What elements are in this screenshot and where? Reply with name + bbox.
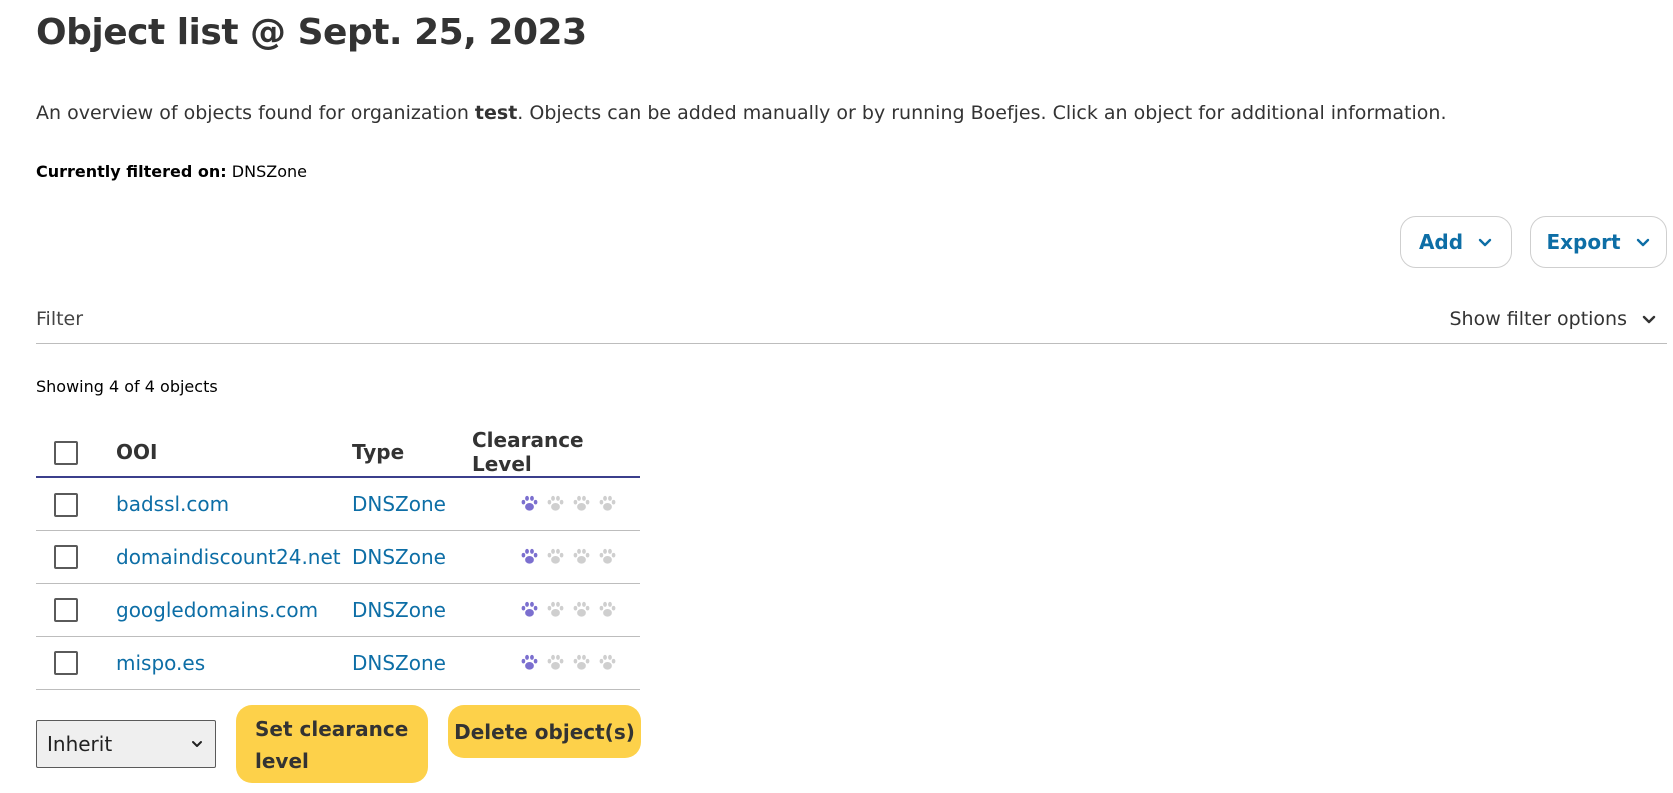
- chevron-down-icon: [1477, 234, 1493, 250]
- clearance-level-cell: [472, 477, 640, 531]
- column-header-ooi: OOI: [116, 428, 352, 478]
- current-filter: Currently filtered on: DNSZone: [36, 162, 307, 181]
- select-all-cell: [36, 428, 116, 478]
- ooi-link[interactable]: mispo.es: [116, 651, 205, 675]
- ooi-cell: googledomains.com: [116, 583, 352, 637]
- paw-icon: [546, 547, 565, 566]
- clearance-level-cell: [472, 530, 640, 584]
- type-cell: DNSZone: [352, 530, 472, 584]
- ooi-cell: domaindiscount24.net: [116, 530, 352, 584]
- export-dropdown-button[interactable]: Export: [1530, 216, 1667, 268]
- table-row: googledomains.com DNSZone: [36, 583, 640, 637]
- row-select-cell: [36, 583, 116, 637]
- table-row: mispo.es DNSZone: [36, 636, 640, 690]
- paw-icon: [572, 653, 591, 672]
- paw-icon: [598, 494, 617, 513]
- current-filter-label: Currently filtered on:: [36, 162, 227, 181]
- paw-icon: [598, 600, 617, 619]
- paw-icon: [520, 600, 539, 619]
- paw-icon: [520, 547, 539, 566]
- result-count: Showing 4 of 4 objects: [36, 377, 218, 396]
- add-dropdown-button[interactable]: Add: [1400, 216, 1512, 268]
- type-link[interactable]: DNSZone: [352, 598, 446, 622]
- filter-label: Filter: [36, 308, 84, 330]
- ooi-link[interactable]: badssl.com: [116, 492, 229, 516]
- show-filter-options-label: Show filter options: [1449, 308, 1627, 330]
- row-checkbox[interactable]: [54, 492, 78, 517]
- add-button-label: Add: [1418, 230, 1464, 254]
- current-filter-value: DNSZone: [231, 162, 307, 181]
- show-filter-options-toggle[interactable]: Show filter options: [1449, 308, 1657, 330]
- ooi-cell: mispo.es: [116, 636, 352, 690]
- table-row: badssl.com DNSZone: [36, 477, 640, 531]
- paw-icon: [598, 653, 617, 672]
- row-select-cell: [36, 636, 116, 690]
- clearance-level-cell: [472, 636, 640, 690]
- row-checkbox[interactable]: [54, 651, 78, 676]
- clearance-level-indicator: [472, 600, 640, 619]
- paw-icon: [546, 600, 565, 619]
- page-title: Object list @ Sept. 25, 2023: [36, 12, 587, 53]
- filter-bar: Filter Show filter options: [36, 308, 1667, 344]
- ooi-cell: badssl.com: [116, 477, 352, 531]
- paw-icon: [520, 494, 539, 513]
- organization-name: test: [474, 102, 518, 124]
- row-select-cell: [36, 477, 116, 531]
- type-cell: DNSZone: [352, 583, 472, 637]
- ooi-link[interactable]: googledomains.com: [116, 598, 318, 622]
- paw-icon: [546, 653, 565, 672]
- type-cell: DNSZone: [352, 477, 472, 531]
- type-link[interactable]: DNSZone: [352, 651, 446, 675]
- ooi-link[interactable]: domaindiscount24.net: [116, 545, 341, 569]
- select-all-checkbox[interactable]: [54, 440, 78, 465]
- delete-objects-button[interactable]: Delete object(s): [448, 705, 641, 758]
- row-checkbox[interactable]: [54, 545, 78, 570]
- clearance-level-indicator: [472, 494, 640, 513]
- chevron-down-icon: [189, 736, 205, 752]
- chevron-down-icon: [1635, 234, 1651, 250]
- row-select-cell: [36, 530, 116, 584]
- table-row: domaindiscount24.net DNSZone: [36, 530, 640, 584]
- column-header-clearance-level: Clearance Level: [472, 428, 640, 478]
- export-button-label: Export: [1546, 230, 1621, 254]
- paw-icon: [572, 494, 591, 513]
- intro-before: An overview of objects found for organiz…: [36, 102, 475, 124]
- paw-icon: [546, 494, 565, 513]
- type-link[interactable]: DNSZone: [352, 545, 446, 569]
- paw-icon: [520, 653, 539, 672]
- objects-table: OOI Type Clearance Level badssl.com DNSZo…: [36, 428, 640, 690]
- clearance-level-select[interactable]: Inherit: [36, 720, 216, 768]
- clearance-level-indicator: [472, 653, 640, 672]
- paw-icon: [572, 600, 591, 619]
- type-link[interactable]: DNSZone: [352, 492, 446, 516]
- column-header-type: Type: [352, 428, 472, 478]
- type-cell: DNSZone: [352, 636, 472, 690]
- intro-text: An overview of objects found for organiz…: [36, 102, 1446, 124]
- set-clearance-level-button[interactable]: Set clearance level: [236, 705, 428, 783]
- paw-icon: [572, 547, 591, 566]
- clearance-level-indicator: [472, 547, 640, 566]
- clearance-level-cell: [472, 583, 640, 637]
- clearance-level-select-value: Inherit: [47, 732, 113, 756]
- row-checkbox[interactable]: [54, 598, 78, 623]
- table-header-row: OOI Type Clearance Level: [36, 428, 640, 478]
- paw-icon: [598, 547, 617, 566]
- chevron-down-icon: [1641, 311, 1657, 327]
- intro-after: . Objects can be added manually or by ru…: [517, 102, 1447, 124]
